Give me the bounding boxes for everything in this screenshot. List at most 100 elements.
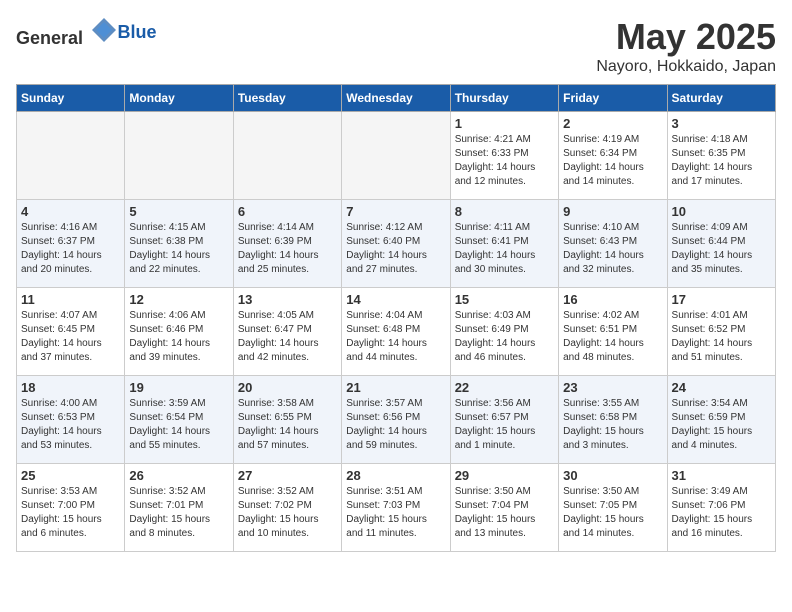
day-info: Sunrise: 4:10 AM Sunset: 6:43 PM Dayligh… bbox=[563, 221, 662, 277]
calendar-day-cell bbox=[342, 112, 450, 200]
calendar-day-cell: 29 Sunrise: 3:50 AM Sunset: 7:04 PM Dayli… bbox=[450, 464, 558, 552]
calendar-day-cell: 18 Sunrise: 4:00 AM Sunset: 6:53 PM Dayli… bbox=[17, 376, 125, 464]
day-of-week-header: Thursday bbox=[450, 85, 558, 112]
calendar-day-cell bbox=[125, 112, 233, 200]
calendar-day-cell: 19 Sunrise: 3:59 AM Sunset: 6:54 PM Dayli… bbox=[125, 376, 233, 464]
logo-blue-text: Blue bbox=[118, 22, 157, 42]
day-info: Sunrise: 4:06 AM Sunset: 6:46 PM Dayligh… bbox=[129, 309, 228, 365]
calendar-day-cell: 23 Sunrise: 3:55 AM Sunset: 6:58 PM Dayli… bbox=[559, 376, 667, 464]
calendar-day-cell: 12Sunrise: 4:06 AM Sunset: 6:46 PM Dayli… bbox=[125, 288, 233, 376]
header: General Blue May 2025 Nayoro, Hokkaido, … bbox=[16, 16, 776, 76]
day-number: 16 bbox=[563, 292, 662, 307]
day-number: 17 bbox=[672, 292, 771, 307]
calendar-day-cell: 15 Sunrise: 4:03 AM Sunset: 6:49 PM Dayli… bbox=[450, 288, 558, 376]
day-number: 8 bbox=[455, 204, 554, 219]
day-info: Sunrise: 4:07 AM Sunset: 6:45 PM Dayligh… bbox=[21, 309, 120, 365]
day-of-week-header: Monday bbox=[125, 85, 233, 112]
day-number: 18 bbox=[21, 380, 120, 395]
day-number: 5 bbox=[129, 204, 228, 219]
days-header-row: SundayMondayTuesdayWednesdayThursdayFrid… bbox=[17, 85, 776, 112]
month-title: May 2025 bbox=[596, 16, 776, 58]
day-number: 4 bbox=[21, 204, 120, 219]
day-number: 26 bbox=[129, 468, 228, 483]
logo-general-text: General bbox=[16, 28, 83, 48]
day-info: Sunrise: 3:50 AM Sunset: 7:04 PM Dayligh… bbox=[455, 485, 554, 541]
day-number: 1 bbox=[455, 116, 554, 131]
location-title: Nayoro, Hokkaido, Japan bbox=[596, 58, 776, 76]
day-info: Sunrise: 3:49 AM Sunset: 7:06 PM Dayligh… bbox=[672, 485, 771, 541]
calendar-week-row: 11 Sunrise: 4:07 AM Sunset: 6:45 PM Dayli… bbox=[17, 288, 776, 376]
day-info: Sunrise: 4:02 AM Sunset: 6:51 PM Dayligh… bbox=[563, 309, 662, 365]
day-of-week-header: Friday bbox=[559, 85, 667, 112]
day-info: Sunrise: 4:04 AM Sunset: 6:48 PM Dayligh… bbox=[346, 309, 445, 365]
day-of-week-header: Wednesday bbox=[342, 85, 450, 112]
day-info: Sunrise: 4:21 AM Sunset: 6:33 PM Dayligh… bbox=[455, 133, 554, 189]
day-number: 25 bbox=[21, 468, 120, 483]
day-of-week-header: Sunday bbox=[17, 85, 125, 112]
day-number: 10 bbox=[672, 204, 771, 219]
calendar-day-cell: 14 Sunrise: 4:04 AM Sunset: 6:48 PM Dayli… bbox=[342, 288, 450, 376]
calendar-day-cell: 7 Sunrise: 4:12 AM Sunset: 6:40 PM Daylig… bbox=[342, 200, 450, 288]
day-number: 2 bbox=[563, 116, 662, 131]
calendar-day-cell: 28 Sunrise: 3:51 AM Sunset: 7:03 PM Dayli… bbox=[342, 464, 450, 552]
calendar-day-cell: 13Sunrise: 4:05 AM Sunset: 6:47 PM Dayli… bbox=[233, 288, 341, 376]
day-number: 14 bbox=[346, 292, 445, 307]
day-number: 23 bbox=[563, 380, 662, 395]
day-info: Sunrise: 4:18 AM Sunset: 6:35 PM Dayligh… bbox=[672, 133, 771, 189]
day-number: 22 bbox=[455, 380, 554, 395]
calendar-day-cell: 11 Sunrise: 4:07 AM Sunset: 6:45 PM Dayli… bbox=[17, 288, 125, 376]
day-number: 20 bbox=[238, 380, 337, 395]
calendar-day-cell: 24 Sunrise: 3:54 AM Sunset: 6:59 PM Dayli… bbox=[667, 376, 775, 464]
calendar-week-row: 18 Sunrise: 4:00 AM Sunset: 6:53 PM Dayli… bbox=[17, 376, 776, 464]
day-number: 6 bbox=[238, 204, 337, 219]
day-number: 27 bbox=[238, 468, 337, 483]
day-info: Sunrise: 4:12 AM Sunset: 6:40 PM Dayligh… bbox=[346, 221, 445, 277]
day-number: 24 bbox=[672, 380, 771, 395]
calendar-day-cell: 21 Sunrise: 3:57 AM Sunset: 6:56 PM Dayli… bbox=[342, 376, 450, 464]
calendar-day-cell: 5Sunrise: 4:15 AM Sunset: 6:38 PM Daylig… bbox=[125, 200, 233, 288]
calendar-day-cell: 9 Sunrise: 4:10 AM Sunset: 6:43 PM Daylig… bbox=[559, 200, 667, 288]
day-info: Sunrise: 4:19 AM Sunset: 6:34 PM Dayligh… bbox=[563, 133, 662, 189]
logo-icon bbox=[90, 16, 118, 44]
day-info: Sunrise: 4:11 AM Sunset: 6:41 PM Dayligh… bbox=[455, 221, 554, 277]
day-number: 28 bbox=[346, 468, 445, 483]
day-number: 3 bbox=[672, 116, 771, 131]
calendar-day-cell: 8 Sunrise: 4:11 AM Sunset: 6:41 PM Daylig… bbox=[450, 200, 558, 288]
calendar-day-cell bbox=[17, 112, 125, 200]
day-number: 21 bbox=[346, 380, 445, 395]
day-info: Sunrise: 3:59 AM Sunset: 6:54 PM Dayligh… bbox=[129, 397, 228, 453]
calendar-day-cell: 2 Sunrise: 4:19 AM Sunset: 6:34 PM Daylig… bbox=[559, 112, 667, 200]
calendar-day-cell: 17Sunrise: 4:01 AM Sunset: 6:52 PM Dayli… bbox=[667, 288, 775, 376]
day-info: Sunrise: 4:16 AM Sunset: 6:37 PM Dayligh… bbox=[21, 221, 120, 277]
day-number: 31 bbox=[672, 468, 771, 483]
day-info: Sunrise: 3:54 AM Sunset: 6:59 PM Dayligh… bbox=[672, 397, 771, 453]
day-info: Sunrise: 3:51 AM Sunset: 7:03 PM Dayligh… bbox=[346, 485, 445, 541]
calendar-day-cell: 6 Sunrise: 4:14 AM Sunset: 6:39 PM Daylig… bbox=[233, 200, 341, 288]
day-number: 7 bbox=[346, 204, 445, 219]
day-info: Sunrise: 3:53 AM Sunset: 7:00 PM Dayligh… bbox=[21, 485, 120, 541]
day-info: Sunrise: 3:55 AM Sunset: 6:58 PM Dayligh… bbox=[563, 397, 662, 453]
calendar-day-cell: 10 Sunrise: 4:09 AM Sunset: 6:44 PM Dayli… bbox=[667, 200, 775, 288]
day-info: Sunrise: 4:03 AM Sunset: 6:49 PM Dayligh… bbox=[455, 309, 554, 365]
day-number: 15 bbox=[455, 292, 554, 307]
day-info: Sunrise: 3:50 AM Sunset: 7:05 PM Dayligh… bbox=[563, 485, 662, 541]
day-number: 11 bbox=[21, 292, 120, 307]
calendar-day-cell: 31 Sunrise: 3:49 AM Sunset: 7:06 PM Dayli… bbox=[667, 464, 775, 552]
day-info: Sunrise: 3:56 AM Sunset: 6:57 PM Dayligh… bbox=[455, 397, 554, 453]
day-number: 19 bbox=[129, 380, 228, 395]
day-number: 30 bbox=[563, 468, 662, 483]
day-info: Sunrise: 3:57 AM Sunset: 6:56 PM Dayligh… bbox=[346, 397, 445, 453]
day-info: Sunrise: 3:52 AM Sunset: 7:02 PM Dayligh… bbox=[238, 485, 337, 541]
day-info: Sunrise: 4:14 AM Sunset: 6:39 PM Dayligh… bbox=[238, 221, 337, 277]
calendar-day-cell: 3 Sunrise: 4:18 AM Sunset: 6:35 PM Daylig… bbox=[667, 112, 775, 200]
calendar-day-cell: 27 Sunrise: 3:52 AM Sunset: 7:02 PM Dayli… bbox=[233, 464, 341, 552]
calendar-day-cell: 25 Sunrise: 3:53 AM Sunset: 7:00 PM Dayli… bbox=[17, 464, 125, 552]
calendar-week-row: 4 Sunrise: 4:16 AM Sunset: 6:37 PM Daylig… bbox=[17, 200, 776, 288]
calendar-week-row: 25 Sunrise: 3:53 AM Sunset: 7:00 PM Dayli… bbox=[17, 464, 776, 552]
day-info: Sunrise: 4:00 AM Sunset: 6:53 PM Dayligh… bbox=[21, 397, 120, 453]
day-number: 29 bbox=[455, 468, 554, 483]
day-number: 9 bbox=[563, 204, 662, 219]
calendar-day-cell: 4 Sunrise: 4:16 AM Sunset: 6:37 PM Daylig… bbox=[17, 200, 125, 288]
day-number: 13 bbox=[238, 292, 337, 307]
day-info: Sunrise: 4:09 AM Sunset: 6:44 PM Dayligh… bbox=[672, 221, 771, 277]
